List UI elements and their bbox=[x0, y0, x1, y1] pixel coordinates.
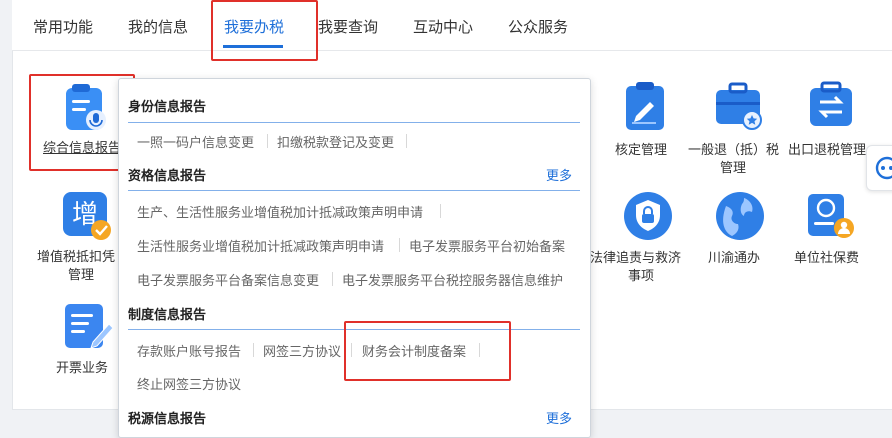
menu-item-e-invoice-initial-filing[interactable]: 电子发票服务平台初始备案 bbox=[409, 236, 565, 255]
app-label-vat-deduction-1: 增值税抵扣凭 bbox=[37, 250, 116, 265]
highlight-box-tab bbox=[211, 0, 318, 61]
section-divider bbox=[128, 190, 580, 191]
app-verification[interactable]: 核定管理 bbox=[612, 80, 676, 160]
separator bbox=[332, 272, 333, 286]
separator bbox=[253, 343, 254, 357]
social-insurance-icon bbox=[808, 194, 854, 238]
app-label-vat-deduction-2: 管理 bbox=[68, 268, 95, 283]
section-title-system: 制度信息报告 bbox=[128, 308, 207, 323]
menu-item-terminate-tripartite-agreement[interactable]: 终止网签三方协议 bbox=[137, 374, 241, 393]
invoice-pen-icon bbox=[65, 304, 114, 349]
tab-my-info[interactable]: 我的信息 bbox=[128, 16, 188, 37]
menu-item-e-invoice-filing-change[interactable]: 电子发票服务平台备案信息变更 bbox=[137, 270, 319, 289]
separator bbox=[399, 238, 400, 252]
separator bbox=[406, 134, 407, 148]
app-label-chuanyu: 川渝通办 bbox=[708, 251, 761, 266]
highlight-box-menu-item bbox=[344, 321, 511, 381]
app-chuanyu[interactable]: 川渝通办 bbox=[700, 190, 780, 270]
menu-item-tripartite-agreement[interactable]: 网签三方协议 bbox=[263, 341, 341, 360]
globe-icon bbox=[716, 192, 764, 240]
section-divider bbox=[128, 122, 580, 123]
app-label-invoicing: 开票业务 bbox=[56, 361, 109, 376]
menu-item-withholding-registration[interactable]: 扣缴税款登记及变更 bbox=[277, 132, 394, 151]
separator bbox=[267, 134, 268, 148]
vat-increase-icon: 增 bbox=[63, 192, 111, 240]
app-export-refund[interactable]: 出口退税管理 bbox=[786, 80, 876, 160]
clipboard-edit-icon bbox=[626, 82, 664, 130]
app-label-verification: 核定管理 bbox=[615, 143, 668, 158]
section-title-qualification: 资格信息报告 bbox=[128, 169, 207, 184]
tab-query[interactable]: 我要查询 bbox=[318, 16, 378, 37]
menu-item-e-invoice-server-maintenance[interactable]: 电子发票服务平台税控服务器信息维护 bbox=[342, 270, 563, 289]
section-title-tax-source: 税源信息报告 bbox=[128, 412, 207, 427]
app-label-export-refund: 出口退税管理 bbox=[788, 143, 867, 158]
tax-report-dropdown: 身份信息报告 一照一码户信息变更 扣缴税款登记及变更 资格信息报告 更多 生产、… bbox=[118, 78, 591, 438]
app-label-legal-remedy-1: 法律追责与救济 bbox=[590, 251, 682, 266]
app-general-refund[interactable]: 一般退（抵）税 管理 bbox=[686, 80, 786, 180]
app-label-legal-remedy-2: 事项 bbox=[628, 269, 655, 284]
exchange-arrows-icon bbox=[810, 81, 852, 126]
side-float-button[interactable] bbox=[866, 145, 892, 191]
tab-common-functions[interactable]: 常用功能 bbox=[33, 16, 93, 37]
menu-item-production-vat-declaration[interactable]: 生产、生活性服务业增值税加计抵减政策声明申请 bbox=[137, 202, 423, 221]
briefcase-badge-icon bbox=[716, 82, 762, 130]
app-social-insurance[interactable]: 单位社保费 bbox=[790, 190, 870, 270]
app-legal-remedy[interactable]: 法律追责与救济 事项 bbox=[590, 190, 690, 290]
service-icon bbox=[875, 156, 892, 180]
tab-public-service[interactable]: 公众服务 bbox=[508, 16, 568, 37]
app-label-social-insurance: 单位社保费 bbox=[794, 251, 860, 266]
more-link-tax-source[interactable]: 更多 bbox=[546, 408, 572, 427]
section-title-identity: 身份信息报告 bbox=[128, 100, 207, 115]
app-label-general-refund-1: 一般退（抵）税 bbox=[688, 143, 780, 158]
menu-item-deposit-account-report[interactable]: 存款账户账号报告 bbox=[137, 341, 241, 360]
separator bbox=[440, 204, 441, 218]
shield-lock-icon bbox=[624, 192, 672, 240]
tab-interaction[interactable]: 互动中心 bbox=[413, 16, 473, 37]
app-label-general-refund-2: 管理 bbox=[720, 161, 747, 176]
menu-item-life-service-vat-declaration[interactable]: 生活性服务业增值税加计抵减政策声明申请 bbox=[137, 236, 384, 255]
menu-item-unified-code-change[interactable]: 一照一码户信息变更 bbox=[137, 132, 254, 151]
more-link-qualification[interactable]: 更多 bbox=[546, 165, 572, 184]
